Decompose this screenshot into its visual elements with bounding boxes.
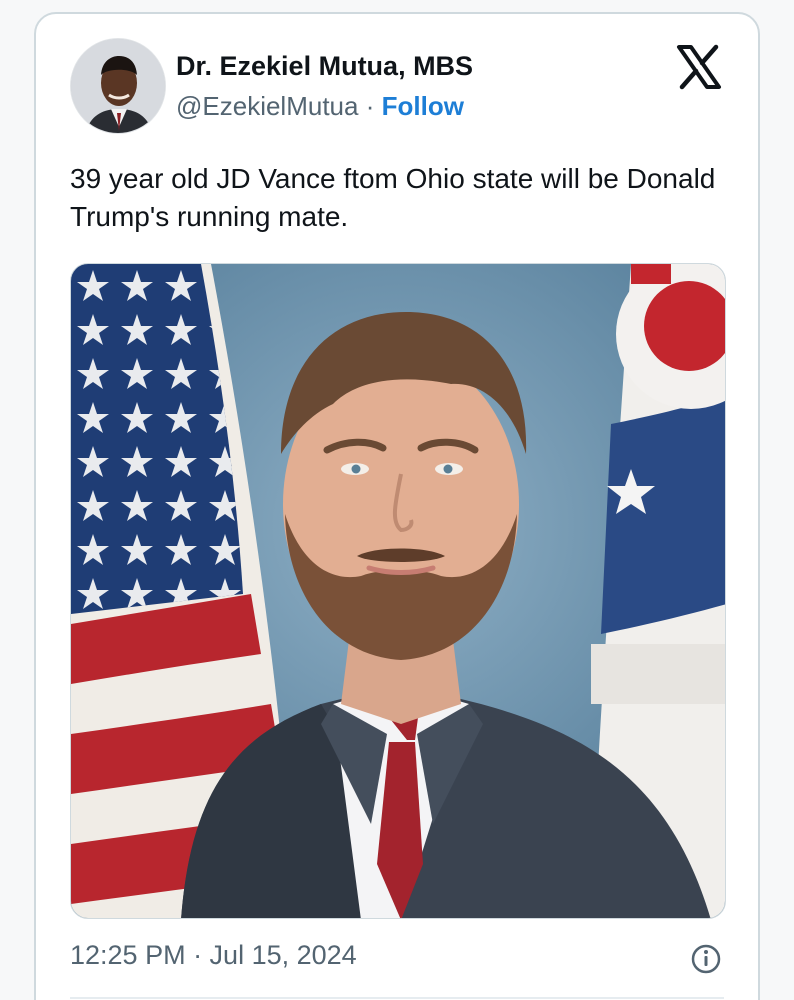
- tweet-photo[interactable]: [70, 263, 726, 919]
- handle-row: @EzekielMutua · Follow: [176, 91, 464, 122]
- info-icon[interactable]: [690, 943, 722, 975]
- follow-button[interactable]: Follow: [382, 91, 464, 121]
- tweet-card: Dr. Ezekiel Mutua, MBS @EzekielMutua · F…: [34, 12, 760, 1000]
- author-name[interactable]: Dr. Ezekiel Mutua, MBS: [176, 51, 473, 82]
- tweet-timestamp[interactable]: 12:25 PM · Jul 15, 2024: [70, 940, 357, 971]
- author-handle[interactable]: @EzekielMutua: [176, 91, 358, 121]
- x-logo-icon[interactable]: [676, 44, 722, 90]
- divider: [70, 997, 724, 999]
- separator-dot: ·: [365, 91, 382, 121]
- author-avatar[interactable]: [70, 38, 166, 134]
- tweet-text: 39 year old JD Vance ftom Ohio state wil…: [70, 163, 716, 232]
